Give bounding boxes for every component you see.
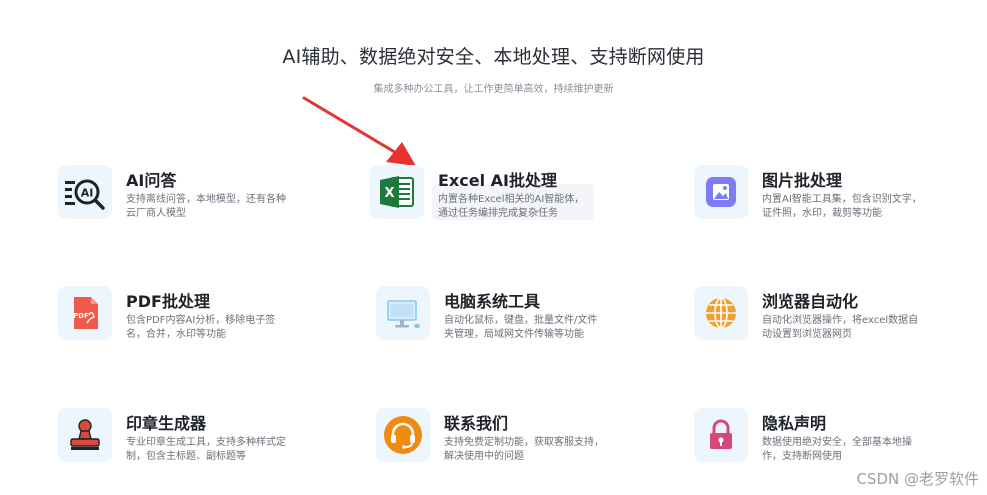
annotation-arrow-icon <box>302 96 416 166</box>
excel-icon: X <box>370 165 424 219</box>
feature-title: 浏览器自动化 <box>762 292 859 311</box>
headset-icon <box>376 408 430 462</box>
feature-card-ai-qa[interactable]: AI AI问答 支持离线问答，本地模型，还有各种云厂商人模型 <box>58 165 298 235</box>
feature-desc: 包含PDF内容AI分析，移除电子签名，合并，水印等功能 <box>126 315 276 340</box>
feature-card-pdf-batch[interactable]: PDF PDF批处理 包含PDF内容AI分析，移除电子签名，合并，水印等功能 <box>58 286 298 356</box>
feature-desc: 支持离线问答，本地模型，还有各种云厂商人模型 <box>126 194 286 219</box>
feature-title: 印章生成器 <box>126 414 207 433</box>
feature-desc: 支持免费定制功能，获取客服支持，解决使用中的问题 <box>444 437 604 462</box>
feature-desc: 专业印章生成工具，支持多种样式定制，包含主标题、副标题等 <box>126 437 286 462</box>
feature-card-image-batch[interactable]: 图片批处理 内置AI智能工具集，包含识别文字，证件照，水印，裁剪等功能 <box>694 165 934 235</box>
feature-title: 联系我们 <box>444 414 509 433</box>
feature-card-browser-automation[interactable]: 浏览器自动化 自动化浏览器操作，将excel数据自动设置到浏览器网页 <box>694 286 934 356</box>
svg-text:AI: AI <box>81 187 94 200</box>
feature-title: AI问答 <box>126 171 177 190</box>
feature-desc: 内置AI智能工具集，包含识别文字，证件照，水印，裁剪等功能 <box>762 194 922 219</box>
lock-icon <box>694 408 748 462</box>
page: AI辅助、数据绝对安全、本地处理、支持断网使用 集成多种办公工具，让工作更简单高… <box>0 0 987 495</box>
feature-title: 电脑系统工具 <box>444 292 541 311</box>
feature-desc: 数据使用绝对安全，全部基本地操作，支持断网使用 <box>762 437 912 462</box>
feature-title: 图片批处理 <box>762 171 843 190</box>
page-subline: 集成多种办公工具，让工作更简单高效，持续维护更新 <box>373 84 614 95</box>
feature-card-system-tools[interactable]: 电脑系统工具 自动化鼠标，键盘，批量文件/文件夹管理，局域网文件传输等功能 <box>376 286 616 356</box>
svg-text:X: X <box>384 186 394 201</box>
feature-title: Excel AI批处理 <box>438 171 557 190</box>
monitor-icon <box>376 286 430 340</box>
watermark: CSDN @老罗软件 <box>856 470 979 488</box>
feature-desc: 内置各种Excel相关的AI智能体，通过任务编排完成复杂任务 <box>438 194 585 219</box>
feature-card-excel-ai[interactable]: X Excel AI批处理 内置各种Excel相关的AI智能体，通过任务编排完成… <box>370 165 610 235</box>
image-icon <box>694 165 748 219</box>
ai-search-icon: AI <box>58 165 112 219</box>
page-headline: AI辅助、数据绝对安全、本地处理、支持断网使用 <box>282 46 705 68</box>
globe-icon <box>694 286 748 340</box>
feature-title: PDF批处理 <box>126 292 210 311</box>
feature-card-contact-us[interactable]: 联系我们 支持免费定制功能，获取客服支持，解决使用中的问题 <box>376 408 616 478</box>
feature-desc: 自动化鼠标，键盘，批量文件/文件夹管理，局域网文件传输等功能 <box>444 315 598 340</box>
svg-text:PDF: PDF <box>73 312 89 320</box>
feature-card-stamp-generator[interactable]: 印章生成器 专业印章生成工具，支持多种样式定制，包含主标题、副标题等 <box>58 408 298 478</box>
pdf-icon: PDF <box>58 286 112 340</box>
feature-title: 隐私声明 <box>762 414 827 433</box>
feature-desc: 自动化浏览器操作，将excel数据自动设置到浏览器网页 <box>762 315 919 340</box>
stamp-icon <box>58 408 112 462</box>
